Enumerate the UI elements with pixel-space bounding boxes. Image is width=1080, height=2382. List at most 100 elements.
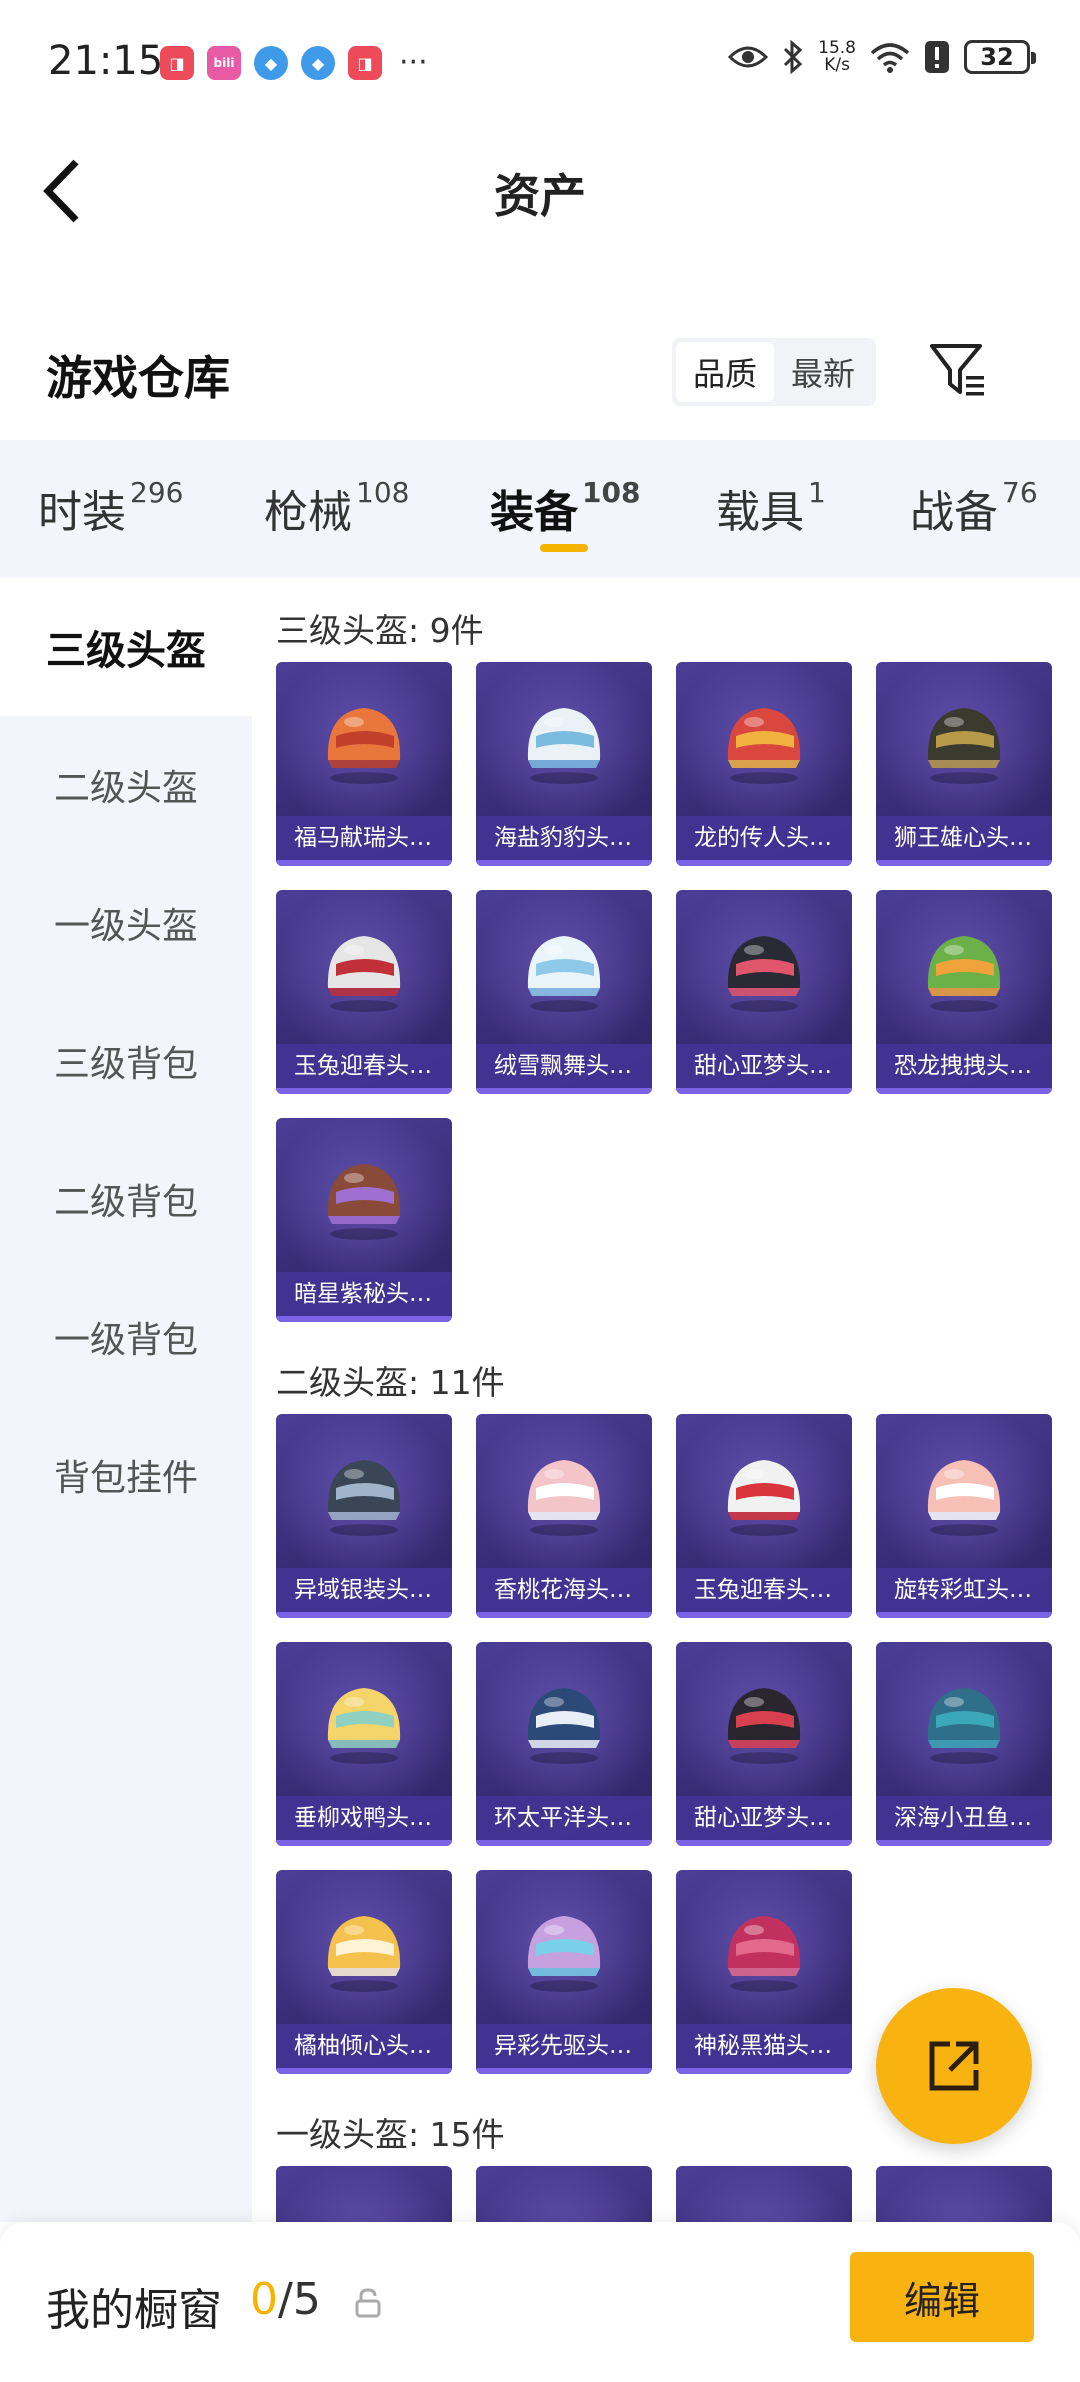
section-title-level3: 三级头盔: 9件 (276, 611, 484, 650)
helmet-icon (927, 936, 1001, 1012)
item-card[interactable]: 玉兔迎春头… (676, 1414, 852, 1618)
tab-label: 战备 (910, 487, 998, 538)
item-card[interactable]: 海盐豹豹头… (476, 662, 652, 866)
rarity-strip (476, 2068, 652, 2074)
warehouse-header: 游戏仓库 品质 最新 (0, 320, 1080, 440)
item-card[interactable] (276, 2166, 452, 2222)
active-tab-indicator (540, 544, 588, 552)
status-time: 21:15 (48, 38, 164, 84)
share-icon (929, 2041, 979, 2091)
warehouse-title: 游戏仓库 (46, 351, 230, 405)
sort-toggle: 品质 最新 (672, 338, 876, 406)
showcase-current: 0 (250, 2274, 278, 2325)
rarity-strip (676, 1840, 852, 1846)
tab-count: 108 (356, 476, 410, 509)
more-notifications-icon: ··· (399, 45, 428, 80)
sidebar-item-level2-backpack[interactable]: 二级背包 (0, 1130, 252, 1268)
tab-fashion[interactable]: 时装 296 (38, 476, 183, 540)
tab-weapons[interactable]: 枪械 108 (264, 476, 409, 540)
item-name: 香桃花海头… (476, 1568, 652, 1612)
rarity-strip (476, 1840, 652, 1846)
item-card[interactable]: 玉兔迎春头… (276, 890, 452, 1094)
sidebar-item-level2-helmet[interactable]: 二级头盔 (0, 716, 252, 854)
sidebar-item-level3-helmet[interactable]: 三级头盔 (0, 578, 252, 716)
item-card[interactable]: 暗星紫秘头… (276, 1118, 452, 1322)
item-card[interactable]: 橘柚倾心头… (276, 1870, 452, 2074)
rarity-strip (476, 1088, 652, 1094)
alert-icon (925, 41, 949, 73)
rarity-strip (276, 1316, 452, 1322)
item-card[interactable]: 深海小丑鱼… (876, 1642, 1052, 1846)
shop-app-icon-2: ◨ (348, 46, 382, 80)
item-card[interactable] (676, 2166, 852, 2222)
sidebar-item-level1-helmet[interactable]: 一级头盔 (0, 854, 252, 992)
item-card[interactable]: 垂柳戏鸭头… (276, 1642, 452, 1846)
subcategory-sidebar: 三级头盔 二级头盔 一级头盔 三级背包 二级背包 一级背包 背包挂件 (0, 578, 252, 2222)
lock-icon (355, 2288, 381, 2318)
sort-quality-button[interactable]: 品质 (676, 342, 774, 402)
helmet-icon (727, 1916, 801, 1992)
helmet-icon (727, 936, 801, 1012)
item-name: 深海小丑鱼… (876, 1796, 1052, 1840)
helmet-icon (927, 1460, 1001, 1536)
rarity-strip (676, 1612, 852, 1618)
helmet-icon (527, 1916, 601, 1992)
item-name: 异彩先驱头… (476, 2024, 652, 2068)
item-card[interactable]: 福马献瑞头… (276, 662, 452, 866)
item-card[interactable]: 环太平洋头… (476, 1642, 652, 1846)
item-card[interactable]: 恐龙拽拽头… (876, 890, 1052, 1094)
item-card[interactable]: 异域银装头… (276, 1414, 452, 1618)
item-card[interactable]: 绒雪飘舞头… (476, 890, 652, 1094)
tab-equipment[interactable]: 装备 108 (490, 476, 640, 540)
item-name: 垂柳戏鸭头… (276, 1796, 452, 1840)
helmet-icon (327, 1688, 401, 1764)
tab-vehicles[interactable]: 载具 1 (716, 476, 826, 540)
item-card[interactable]: 异彩先驱头… (476, 1870, 652, 2074)
status-bar: 21:15 ◨ bili ◆ ◆ ◨ ··· 15.8 K/s 32 (0, 0, 1080, 120)
tab-count: 76 (1002, 476, 1038, 509)
item-card[interactable]: 旋转彩虹头… (876, 1414, 1052, 1618)
rarity-strip (476, 1612, 652, 1618)
rarity-strip (276, 1612, 452, 1618)
section-title-level1: 一级头盔: 15件 (276, 2115, 505, 2154)
wifi-icon (870, 43, 910, 73)
item-card[interactable] (476, 2166, 652, 2222)
item-name: 海盐豹豹头… (476, 816, 652, 860)
tab-label: 枪械 (264, 487, 352, 538)
helmet-icon (727, 708, 801, 784)
helmet-icon (327, 1164, 401, 1240)
tab-supplies[interactable]: 战备 76 (910, 476, 1038, 540)
helmet-icon (527, 936, 601, 1012)
edit-button[interactable]: 编辑 (850, 2252, 1034, 2342)
sidebar-item-level1-backpack[interactable]: 一级背包 (0, 1268, 252, 1406)
rarity-strip (876, 1840, 1052, 1846)
item-card[interactable]: 龙的传人头… (676, 662, 852, 866)
item-card[interactable]: 香桃花海头… (476, 1414, 652, 1618)
filter-icon[interactable] (928, 340, 988, 400)
sort-latest-button[interactable]: 最新 (774, 342, 872, 402)
rarity-strip (276, 860, 452, 866)
item-name: 绒雪飘舞头… (476, 1044, 652, 1088)
sidebar-item-level3-backpack[interactable]: 三级背包 (0, 992, 252, 1130)
speed-unit: K/s (824, 55, 850, 75)
browser-app-icon-2: ◆ (301, 46, 335, 80)
item-card[interactable]: 神秘黑猫头… (676, 1870, 852, 2074)
rarity-strip (676, 860, 852, 866)
helmet-icon (527, 708, 601, 784)
item-grid-area: 三级头盔: 9件 二级头盔: 11件 一级头盔: 15件 福马献瑞头… 海盐豹豹头… (252, 578, 1080, 2222)
item-card[interactable] (876, 2166, 1052, 2222)
rarity-strip (876, 1088, 1052, 1094)
item-card[interactable]: 甜心亚梦头… (676, 1642, 852, 1846)
rarity-strip (276, 2068, 452, 2074)
rarity-strip (876, 860, 1052, 866)
bluetooth-icon (784, 40, 803, 74)
helmet-icon (527, 1460, 601, 1536)
sidebar-item-backpack-charm[interactable]: 背包挂件 (0, 1406, 252, 1544)
helmet-icon (327, 1916, 401, 1992)
category-tabs: 时装 296 枪械 108 装备 108 载具 1 战备 76 (0, 440, 1080, 578)
share-button[interactable] (876, 1988, 1032, 2144)
item-card[interactable]: 狮王雄心头… (876, 662, 1052, 866)
rarity-strip (476, 860, 652, 866)
item-card[interactable]: 甜心亚梦头… (676, 890, 852, 1094)
item-name: 甜心亚梦头… (676, 1044, 852, 1088)
